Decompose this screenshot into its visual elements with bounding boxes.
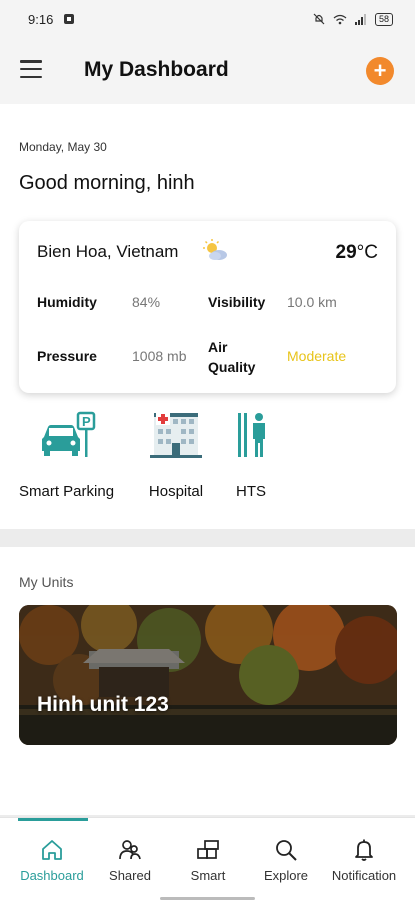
bell-icon — [355, 839, 373, 861]
pressure-value: 1008 mb — [132, 348, 187, 364]
signal-icon — [354, 13, 366, 25]
page-title: My Dashboard — [84, 58, 229, 81]
date-label: Monday, May 30 — [19, 140, 107, 154]
app-notification-icon — [64, 14, 75, 24]
tab-notification[interactable]: Notification — [324, 838, 404, 883]
weather-location: Bien Hoa, Vietnam — [37, 242, 179, 261]
status-bar: 9:16 58 — [0, 0, 415, 38]
app-header: My Dashboard + — [0, 38, 415, 104]
unit-background-image — [19, 605, 397, 745]
service-hospital[interactable]: Hospital — [146, 409, 206, 500]
section-title: My Units — [19, 574, 74, 590]
smart-parking-icon: P — [41, 411, 95, 457]
visibility-label: Visibility — [208, 294, 266, 310]
home-icon — [42, 840, 62, 860]
service-label: HTS — [236, 483, 266, 500]
svg-text:P: P — [82, 414, 91, 429]
service-label: Smart Parking — [19, 483, 115, 500]
visibility-value: 10.0 km — [287, 294, 337, 310]
smart-devices-icon — [197, 840, 219, 859]
unit-name: Hinh unit 123 — [37, 693, 169, 716]
services-row: P Smart Parking Hospital HTS — [0, 409, 415, 509]
status-time: 9:16 — [28, 11, 54, 27]
partly-cloudy-icon — [203, 239, 227, 260]
humidity-value: 84% — [132, 294, 161, 310]
tab-explore[interactable]: Explore — [246, 838, 326, 883]
pressure-label: Pressure — [37, 348, 97, 364]
temperature-value: 29°C — [335, 242, 378, 263]
tab-dashboard[interactable]: Dashboard — [12, 838, 92, 883]
menu-icon[interactable] — [20, 60, 42, 78]
tab-smart[interactable]: Smart — [168, 838, 248, 883]
weather-card[interactable]: Bien Hoa, Vietnam 29°C Humidity 84% Visi… — [19, 221, 396, 393]
mute-icon — [313, 13, 325, 25]
add-button[interactable]: + — [366, 57, 394, 85]
my-units-section: My Units Hinh unit 123 — [0, 547, 415, 815]
air-quality-label: Air Quality — [208, 339, 256, 375]
wifi-icon — [333, 14, 347, 24]
bottom-navigation: Dashboard Shared Smart Explore Notificat… — [0, 817, 415, 900]
humidity-label: Humidity — [37, 294, 97, 310]
shared-users-icon — [119, 840, 141, 860]
service-smart-parking[interactable]: P Smart Parking — [19, 409, 114, 500]
battery-indicator: 58 — [374, 12, 393, 26]
tab-shared[interactable]: Shared — [90, 838, 170, 883]
tab-label: Notification — [331, 868, 397, 883]
search-icon — [276, 840, 297, 861]
hts-icon — [238, 413, 265, 457]
unit-card[interactable]: Hinh unit 123 — [19, 605, 397, 745]
active-tab-indicator — [18, 818, 88, 821]
tab-label: Explore — [263, 868, 309, 883]
hospital-icon — [150, 413, 202, 458]
tab-label: Smart — [190, 868, 226, 883]
tab-label: Shared — [109, 868, 151, 883]
greeting-text: Good morning, hinh — [19, 172, 195, 194]
service-hts[interactable]: HTS — [221, 409, 281, 500]
dashboard-overview: Monday, May 30 Good morning, hinh Bien H… — [0, 104, 415, 529]
service-label: Hospital — [148, 483, 204, 500]
tab-label: Dashboard — [20, 868, 84, 883]
air-quality-value: Moderate — [287, 348, 347, 364]
